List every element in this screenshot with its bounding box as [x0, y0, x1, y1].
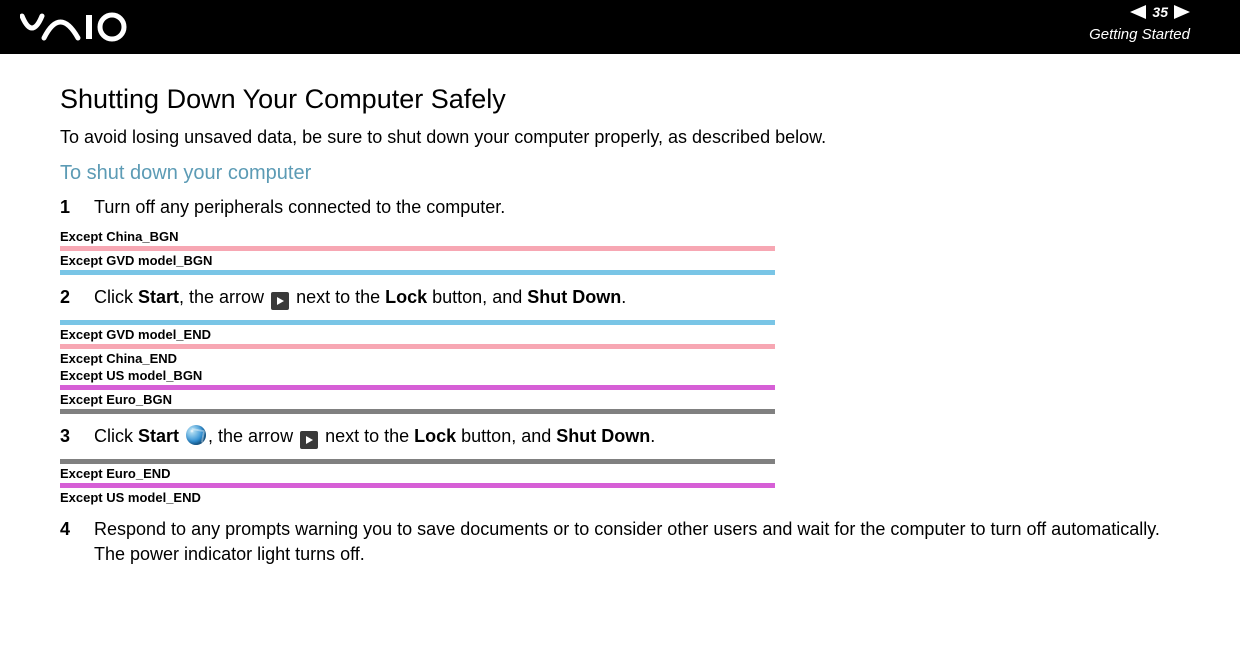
- windows-start-icon: [186, 425, 206, 445]
- divider-pink: [60, 344, 775, 349]
- intro-text: To avoid losing unsaved data, be sure to…: [60, 127, 1180, 148]
- step-text: Respond to any prompts warning you to sa…: [94, 517, 1180, 566]
- step-text: Click Start, the arrow next to the Lock …: [94, 285, 1180, 310]
- page-header: 35 Getting Started: [0, 0, 1240, 54]
- step-3: 3 Click Start , the arrow next to the Lo…: [60, 424, 1180, 449]
- marker-group-3: Except Euro_END Except US model_END: [60, 459, 775, 507]
- marker-label: Except China_END: [60, 351, 775, 368]
- step-text: Turn off any peripherals connected to th…: [94, 195, 1180, 219]
- divider-blue: [60, 320, 775, 325]
- marker-label: Except Euro_END: [60, 466, 775, 483]
- divider-gray: [60, 409, 775, 414]
- marker-label: Except China_BGN: [60, 229, 775, 246]
- marker-group-1: Except China_BGN Except GVD model_BGN: [60, 229, 775, 275]
- divider-magenta: [60, 385, 775, 390]
- divider-gray: [60, 459, 775, 464]
- step-1: 1 Turn off any peripherals connected to …: [60, 195, 1180, 219]
- divider-pink: [60, 246, 775, 251]
- step-text: Click Start , the arrow next to the Lock…: [94, 424, 1180, 449]
- breadcrumb: Getting Started: [1089, 26, 1190, 43]
- step-2: 2 Click Start, the arrow next to the Loc…: [60, 285, 1180, 310]
- arrow-right-icon: [271, 292, 289, 310]
- step-number: 2: [60, 285, 94, 310]
- marker-label: Except Euro_BGN: [60, 392, 775, 409]
- page-number: 35: [1152, 4, 1168, 20]
- step-number: 4: [60, 517, 94, 566]
- step-number: 3: [60, 424, 94, 449]
- divider-magenta: [60, 483, 775, 488]
- arrow-right-icon: [300, 431, 318, 449]
- divider-blue: [60, 270, 775, 275]
- marker-label: Except US model_BGN: [60, 368, 775, 385]
- nav-prev-icon[interactable]: [1130, 5, 1146, 19]
- marker-group-2: Except GVD model_END Except China_END Ex…: [60, 320, 775, 414]
- step-number: 1: [60, 195, 94, 219]
- marker-label: Except GVD model_END: [60, 327, 775, 344]
- step-4: 4 Respond to any prompts warning you to …: [60, 517, 1180, 566]
- marker-label: Except US model_END: [60, 490, 775, 507]
- page-content: Shutting Down Your Computer Safely To av…: [0, 54, 1240, 566]
- marker-label: Except GVD model_BGN: [60, 253, 775, 270]
- nav-next-icon[interactable]: [1174, 5, 1190, 19]
- section-subtitle: To shut down your computer: [60, 162, 1180, 185]
- vaio-logo: [20, 12, 150, 47]
- header-nav: 35 Getting Started: [1089, 4, 1190, 43]
- page-title: Shutting Down Your Computer Safely: [60, 84, 1180, 115]
